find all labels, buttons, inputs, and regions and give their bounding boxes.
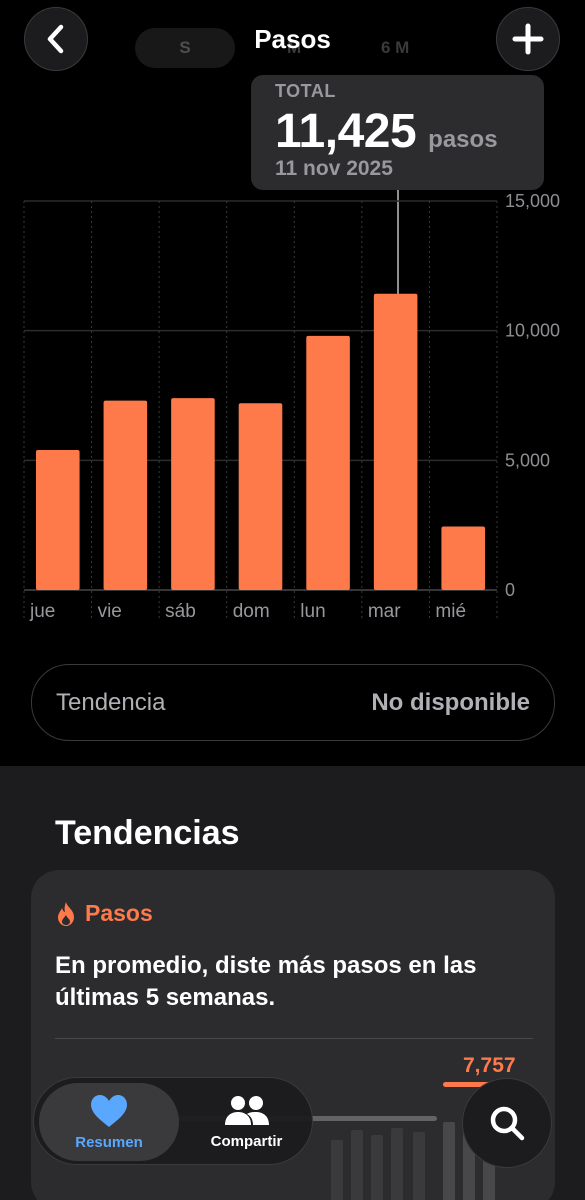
tab-compartir[interactable]: Compartir [184,1083,309,1161]
heart-icon [91,1094,127,1127]
y-tick-label: 15,000 [505,191,560,211]
y-tick-label: 5,000 [505,450,550,470]
trend-pill[interactable]: Tendencia No disponible [31,664,555,741]
x-tick-label: lun [300,601,325,622]
add-button[interactable] [496,7,560,71]
card-highlight-value: 7,757 [463,1054,516,1077]
x-tick-label: jue [29,601,55,622]
tooltip-label: TOTAL [275,81,336,101]
card-description: En promedio, diste más pasos en las últi… [55,952,477,1011]
tooltip-unit: pasos [428,126,498,153]
search-icon [490,1106,525,1141]
steps-bar-chart[interactable]: 15,000 10,000 5,000 0 jue vie sáb dom lun mar mié [0,190,585,630]
trends-title: Tendencias [55,814,240,852]
y-tick-label: 10,000 [505,321,560,341]
x-tick-label: vie [98,601,122,622]
x-tick-label: mar [368,601,401,622]
search-button[interactable] [462,1078,552,1168]
trend-value: No disponible [371,688,530,716]
tooltip-date: 11 nov 2025 [275,157,393,180]
bar-dom[interactable] [238,403,283,590]
bar-mié[interactable] [441,526,485,590]
bar-jue[interactable] [36,449,80,590]
selection-tooltip: TOTAL 11,425 pasos 11 nov 2025 [251,75,544,190]
card-header: Pasos [55,900,153,927]
tab-compartir-label: Compartir [210,1132,283,1150]
flame-icon [58,901,74,926]
tooltip-value: 11,425 [275,105,417,158]
card-title: Pasos [85,900,153,926]
trend-label: Tendencia [56,688,166,716]
tab-resumen[interactable]: Resumen [39,1083,179,1161]
tab-bar: Resumen Compartir [33,1077,313,1165]
tab-resumen-label: Resumen [75,1133,143,1151]
card-divider [55,1038,533,1039]
bar-mar[interactable] [373,293,418,590]
bar-lun[interactable] [306,335,350,590]
x-tick-label: dom [233,601,270,622]
bar-sáb[interactable] [171,398,215,590]
x-tick-label: mié [435,601,466,622]
y-tick-label: 0 [505,580,515,600]
x-tick-label: sáb [165,601,196,622]
plus-icon [512,23,544,55]
people-icon [224,1095,269,1125]
bar-vie[interactable] [103,400,148,590]
